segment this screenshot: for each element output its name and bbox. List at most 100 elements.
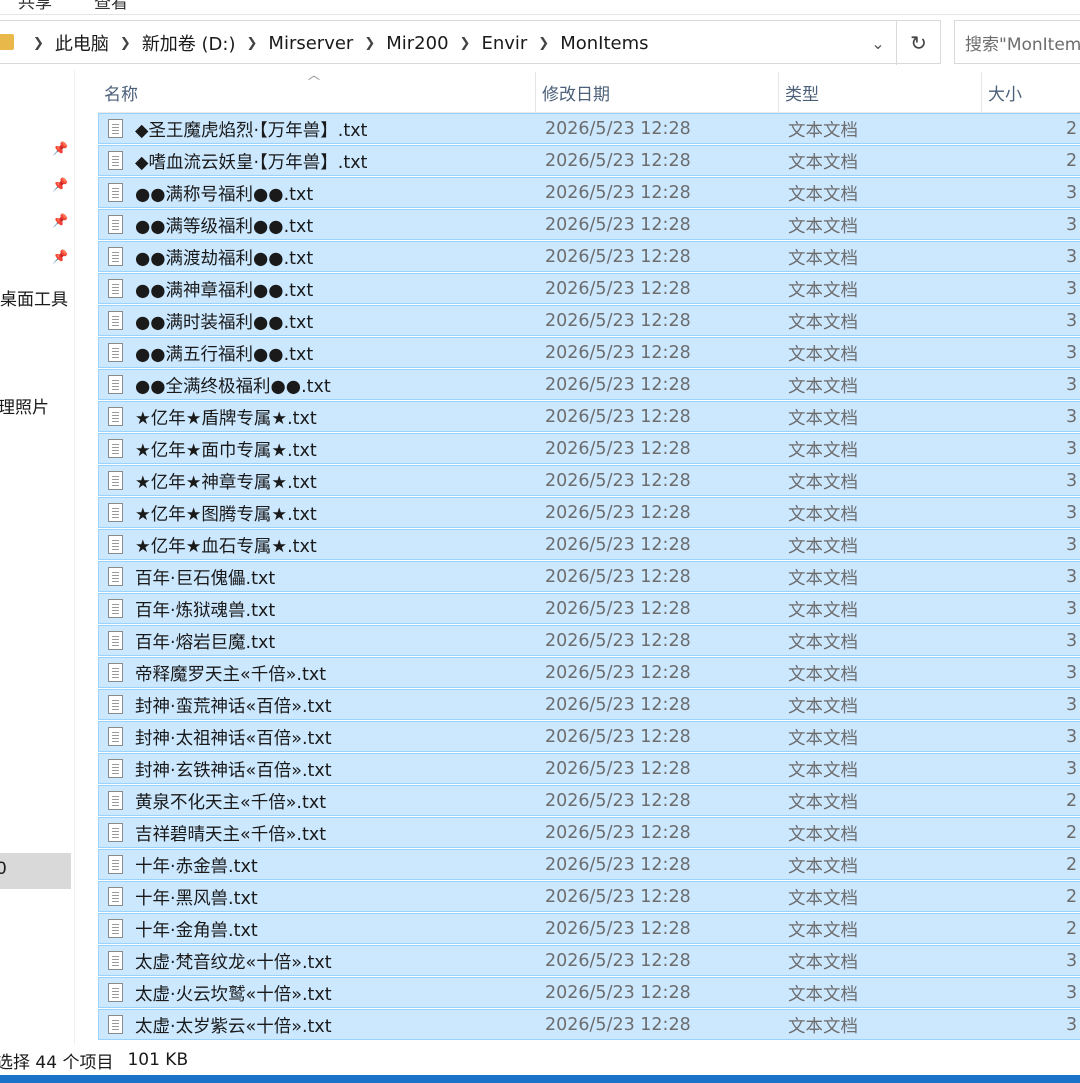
file-name: 十年·赤金兽.txt (135, 856, 258, 877)
pin-icon[interactable]: 📌 (52, 142, 68, 158)
column-date-modified[interactable]: 修改日期 (535, 72, 778, 112)
file-date-modified: 2026/5/23 12:28 (545, 951, 691, 971)
file-type: 文本文档 (788, 696, 858, 717)
text-document-icon (108, 727, 123, 746)
file-row[interactable]: 百年·巨石傀儡.txt 2026/5/23 12:28 文本文档 3 (98, 561, 1080, 592)
file-type: 文本文档 (788, 1016, 858, 1037)
file-name: ★亿年★盾牌专属★.txt (135, 408, 317, 429)
file-row[interactable]: 吉祥碧晴天主«千倍».txt 2026/5/23 12:28 文本文档 2 (98, 817, 1080, 848)
column-name[interactable]: 名称 (98, 72, 535, 112)
file-row[interactable]: 封神·蛮荒神话«百倍».txt 2026/5/23 12:28 文本文档 3 (98, 689, 1080, 720)
file-row[interactable]: ★亿年★盾牌专属★.txt 2026/5/23 12:28 文本文档 3 (98, 401, 1080, 432)
file-date-modified: 2026/5/23 12:28 (545, 439, 691, 459)
file-row[interactable]: ★亿年★图腾专属★.txt 2026/5/23 12:28 文本文档 3 (98, 497, 1080, 528)
file-date-modified: 2026/5/23 12:28 (545, 343, 691, 363)
text-document-icon (108, 503, 123, 522)
breadcrumb-this-pc[interactable]: 此电脑 (53, 30, 111, 56)
file-size: 3 (1066, 215, 1078, 235)
file-size: 3 (1066, 375, 1078, 395)
chevron-right-icon[interactable]: ❯ (33, 36, 44, 51)
file-row[interactable]: ◆圣王魔虎焰烈·【万年兽】.txt 2026/5/23 12:28 文本文档 2 (98, 113, 1080, 144)
file-size: 3 (1066, 983, 1078, 1003)
address-bar[interactable]: ❯ 此电脑 ❯ 新加卷 (D:) ❯ Mirserver ❯ Mir200 ❯ … (0, 20, 941, 65)
file-type: 文本文档 (788, 888, 858, 909)
text-document-icon (108, 695, 123, 714)
file-name: ●●全满终极福利●●.txt (135, 376, 331, 397)
file-row[interactable]: 十年·金角兽.txt 2026/5/23 12:28 文本文档 2 (98, 913, 1080, 944)
file-type: 文本文档 (788, 824, 858, 845)
chevron-right-icon[interactable]: ❯ (460, 36, 471, 51)
text-document-icon (108, 791, 123, 810)
file-row[interactable]: 太虚·火云坎鹫«十倍».txt 2026/5/23 12:28 文本文档 3 (98, 977, 1080, 1008)
breadcrumb: ❯ 此电脑 ❯ 新加卷 (D:) ❯ Mirserver ❯ Mir200 ❯ … (24, 21, 651, 65)
file-size: 3 (1066, 663, 1078, 683)
ribbon-tab-view[interactable]: 查看 (94, 0, 128, 13)
file-type: 文本文档 (788, 376, 858, 397)
file-row[interactable]: ●●全满终极福利●●.txt 2026/5/23 12:28 文本文档 3 (98, 369, 1080, 400)
text-document-icon (108, 663, 123, 682)
chevron-right-icon[interactable]: ❯ (538, 36, 549, 51)
file-row[interactable]: ◆嗜血流云妖皇·【万年兽】.txt 2026/5/23 12:28 文本文档 2 (98, 145, 1080, 176)
text-document-icon (108, 279, 123, 298)
file-row[interactable]: ★亿年★神章专属★.txt 2026/5/23 12:28 文本文档 3 (98, 465, 1080, 496)
file-row[interactable]: 百年·熔岩巨魔.txt 2026/5/23 12:28 文本文档 3 (98, 625, 1080, 656)
file-date-modified: 2026/5/23 12:28 (545, 471, 691, 491)
file-row[interactable]: ●●满称号福利●●.txt 2026/5/23 12:28 文本文档 3 (98, 177, 1080, 208)
file-row[interactable]: 太虚·梵音纹龙«十倍».txt 2026/5/23 12:28 文本文档 3 (98, 945, 1080, 976)
file-row[interactable]: ●●满渡劫福利●●.txt 2026/5/23 12:28 文本文档 3 (98, 241, 1080, 272)
file-date-modified: 2026/5/23 12:28 (545, 759, 691, 779)
file-row[interactable]: 百年·炼狱魂兽.txt 2026/5/23 12:28 文本文档 3 (98, 593, 1080, 624)
file-row[interactable]: 太虚·太岁紫云«十倍».txt 2026/5/23 12:28 文本文档 3 (98, 1009, 1080, 1040)
file-size: 3 (1066, 727, 1078, 747)
breadcrumb-monitems[interactable]: MonItems (558, 33, 650, 54)
file-name: ★亿年★面巾专属★.txt (135, 440, 317, 461)
chevron-down-icon[interactable]: ⌄ (860, 21, 896, 65)
file-type: 文本文档 (788, 312, 858, 333)
file-row[interactable]: 十年·黑风兽.txt 2026/5/23 12:28 文本文档 2 (98, 881, 1080, 912)
file-date-modified: 2026/5/23 12:28 (545, 663, 691, 683)
breadcrumb-mir200[interactable]: Mir200 (384, 33, 450, 54)
text-document-icon (108, 599, 123, 618)
file-size: 3 (1066, 695, 1078, 715)
file-size: 3 (1066, 759, 1078, 779)
file-date-modified: 2026/5/23 12:28 (545, 567, 691, 587)
text-document-icon (108, 247, 123, 266)
text-document-icon (108, 759, 123, 778)
file-row[interactable]: 黄泉不化天主«千倍».txt 2026/5/23 12:28 文本文档 2 (98, 785, 1080, 816)
file-row[interactable]: ●●满等级福利●●.txt 2026/5/23 12:28 文本文档 3 (98, 209, 1080, 240)
search-input[interactable]: 搜索"MonItems" (954, 20, 1080, 64)
file-row[interactable]: ●●满五行福利●●.txt 2026/5/23 12:28 文本文档 3 (98, 337, 1080, 368)
file-row[interactable]: 帝释魔罗天主«千倍».txt 2026/5/23 12:28 文本文档 3 (98, 657, 1080, 688)
nav-item-photos[interactable]: 理照片 (0, 393, 49, 418)
file-row[interactable]: ★亿年★面巾专属★.txt 2026/5/23 12:28 文本文档 3 (98, 433, 1080, 464)
chevron-right-icon[interactable]: ❯ (364, 36, 375, 51)
pin-icon[interactable]: 📌 (52, 214, 68, 230)
nav-item-selected[interactable]: 0 (0, 853, 71, 889)
pin-icon[interactable]: 📌 (52, 178, 68, 194)
file-name: ◆嗜血流云妖皇·【万年兽】.txt (135, 152, 368, 173)
file-size: 3 (1066, 311, 1078, 331)
file-size: 2 (1066, 823, 1078, 843)
file-row[interactable]: ★亿年★血石专属★.txt 2026/5/23 12:28 文本文档 3 (98, 529, 1080, 560)
file-row[interactable]: ●●满时装福利●●.txt 2026/5/23 12:28 文本文档 3 (98, 305, 1080, 336)
pin-icon[interactable]: 📌 (52, 250, 68, 266)
file-size: 3 (1066, 471, 1078, 491)
column-type[interactable]: 类型 (778, 72, 981, 112)
file-row[interactable]: ●●满神章福利●●.txt 2026/5/23 12:28 文本文档 3 (98, 273, 1080, 304)
file-type: 文本文档 (788, 920, 858, 941)
breadcrumb-drive-d[interactable]: 新加卷 (D:) (140, 30, 238, 56)
text-document-icon (108, 855, 123, 874)
file-row[interactable]: 封神·玄铁神话«百倍».txt 2026/5/23 12:28 文本文档 3 (98, 753, 1080, 784)
file-row[interactable]: 封神·太祖神话«百倍».txt 2026/5/23 12:28 文本文档 3 (98, 721, 1080, 752)
refresh-icon[interactable]: ↻ (896, 21, 940, 65)
file-name: ●●满时装福利●●.txt (135, 312, 314, 333)
chevron-right-icon[interactable]: ❯ (120, 36, 131, 51)
breadcrumb-mirserver[interactable]: Mirserver (266, 33, 355, 54)
nav-item-desktop-tools[interactable]: 桌面工具 (0, 285, 68, 310)
ribbon-tab-share[interactable]: 共享 (18, 0, 52, 13)
file-row[interactable]: 十年·赤金兽.txt 2026/5/23 12:28 文本文档 2 (98, 849, 1080, 880)
breadcrumb-envir[interactable]: Envir (479, 33, 529, 54)
column-size[interactable]: 大小 (981, 72, 1080, 112)
file-date-modified: 2026/5/23 12:28 (545, 247, 691, 267)
chevron-right-icon[interactable]: ❯ (247, 36, 258, 51)
